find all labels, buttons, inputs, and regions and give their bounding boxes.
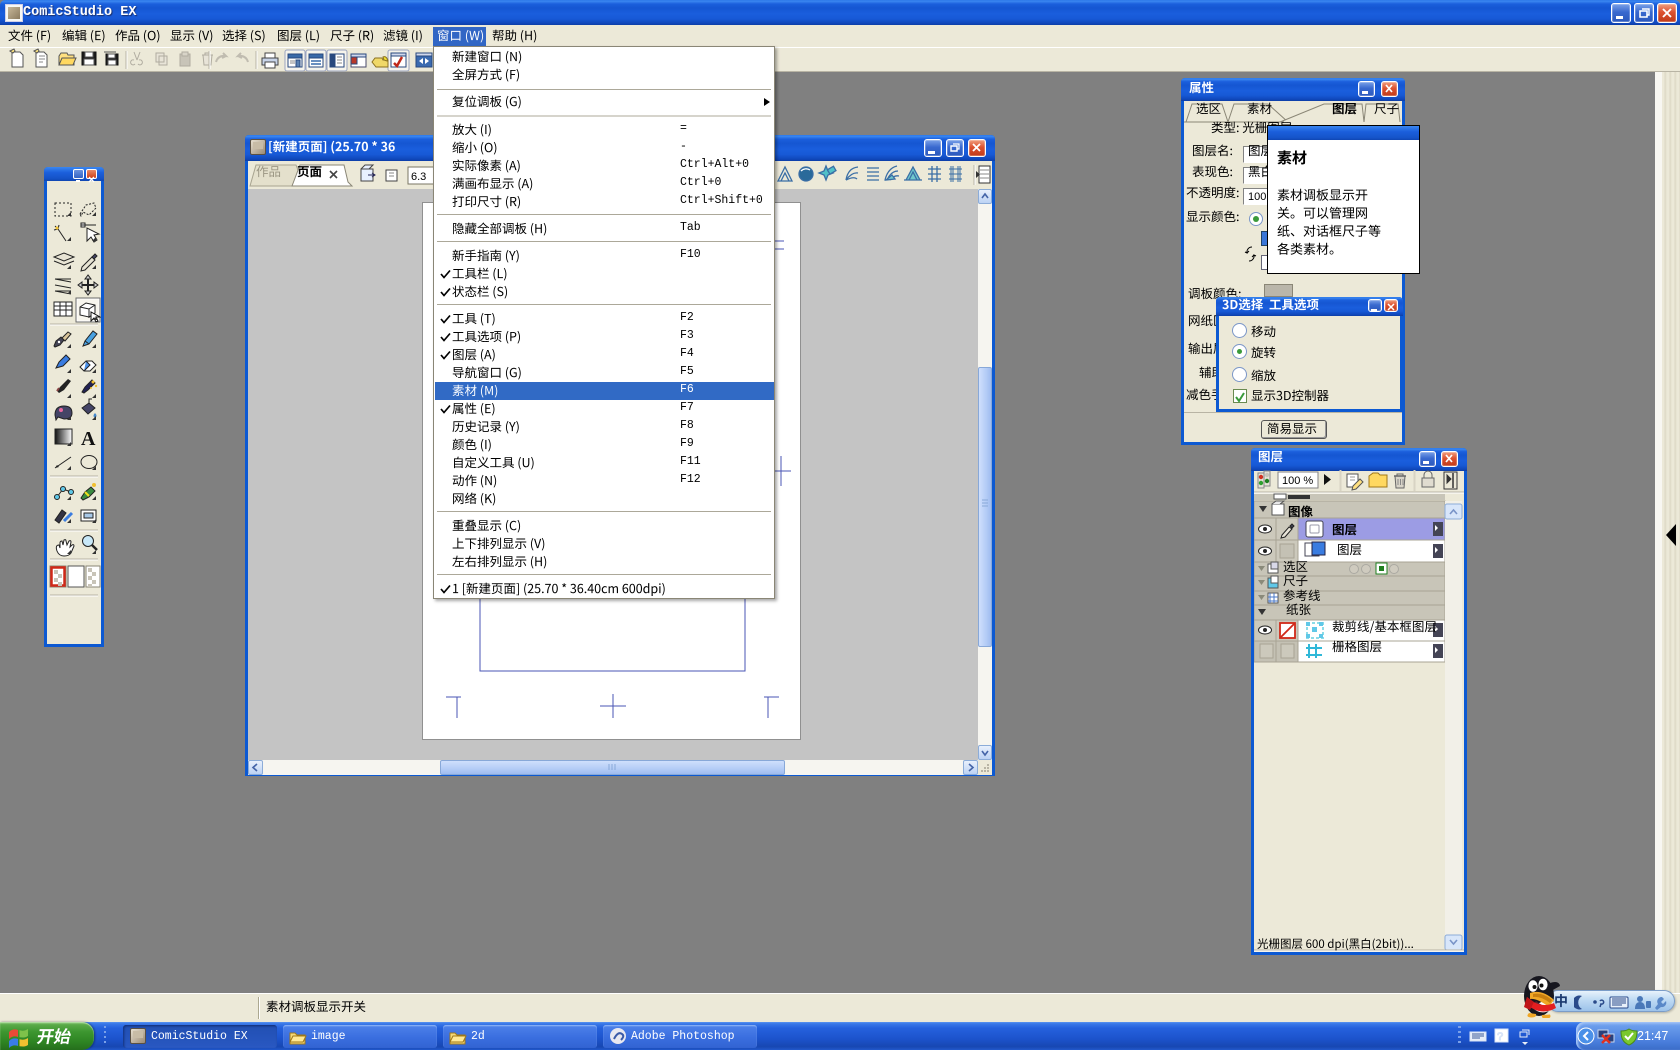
svg-text:A: A [81, 428, 96, 450]
svg-text:100 %: 100 % [1282, 475, 1313, 487]
svg-text:?: ? [1497, 1031, 1503, 1043]
svg-text:6.3: 6.3 [411, 171, 426, 183]
